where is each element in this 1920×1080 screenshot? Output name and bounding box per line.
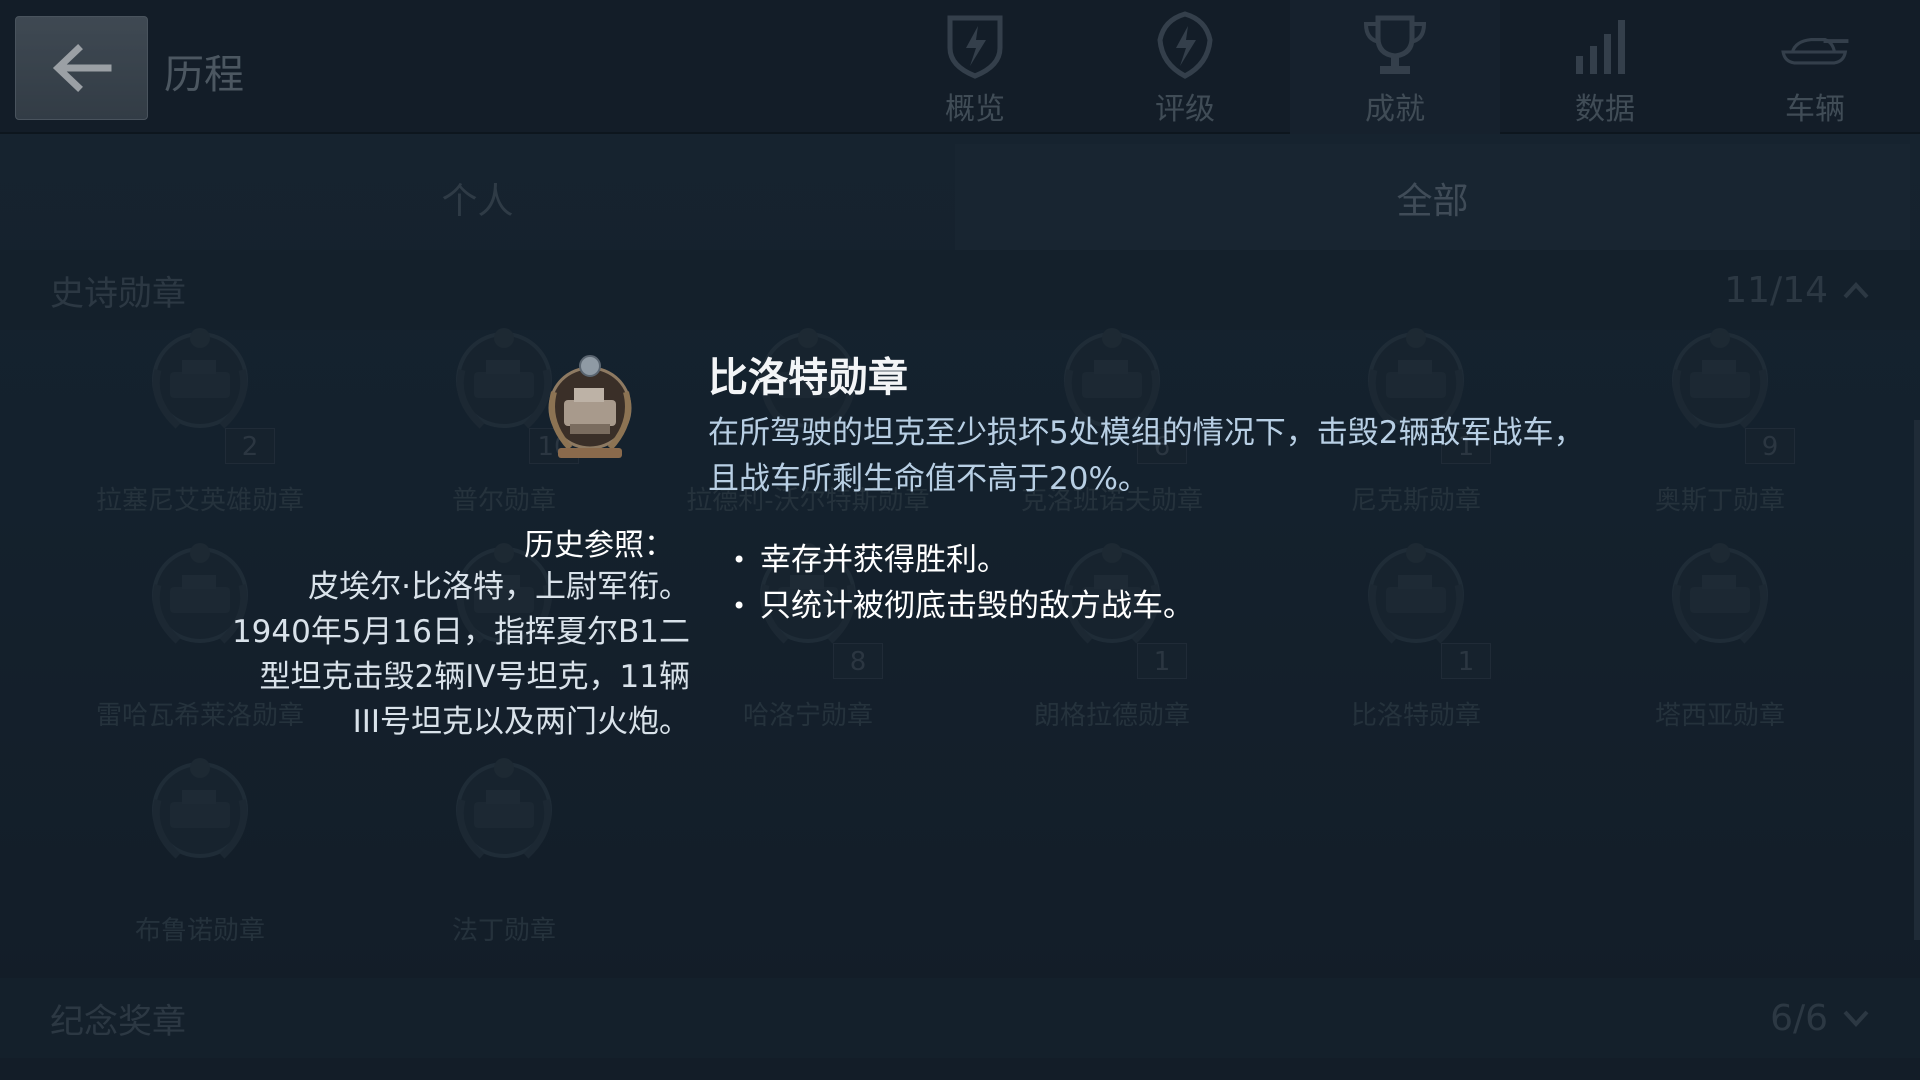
medal-name: 普尔勋章 [451, 486, 556, 516]
description-line: 且战车所剩生命值不高于20%。 [708, 461, 1149, 497]
medal-name: 布鲁诺勋章 [134, 916, 265, 946]
chevron-down-icon [1843, 1010, 1869, 1027]
medal-count: 9 [1745, 428, 1795, 464]
bar-chart-icon [1576, 20, 1625, 74]
description-line: 在所驾驶的坦克至少损坏5处模组的情况下，击毁2辆敌军战车， [708, 415, 1585, 451]
nav-rating[interactable]: 评级 [1080, 0, 1290, 134]
section-header-commemorative[interactable]: 纪念奖章 6/6 [0, 978, 1920, 1058]
medal-count: 1 [1441, 643, 1491, 679]
nav-overview-label: 概览 [945, 92, 1005, 127]
chevron-up-icon [1843, 282, 1869, 299]
medal-name: 塔西亚勋章 [1654, 701, 1785, 731]
top-bar: 历程 概览 评级 成就 数据 车辆 [0, 0, 1920, 134]
achievements-screen: 历程 概览 评级 成就 数据 车辆 个人 全部 史诗勋章 11/14 2 拉塞尼… [0, 0, 1920, 1080]
history-line: 皮埃尔·比洛特，上尉军衔。 [308, 569, 690, 605]
medal-count: 1 [1137, 643, 1187, 679]
condition-item: 幸存并获得胜利。 [730, 537, 1194, 583]
medal-name: 哈洛宁勋章 [742, 701, 873, 731]
medal-item[interactable]: 2 拉塞尼艾英雄勋章 [50, 320, 350, 516]
scrollbar[interactable] [1914, 420, 1920, 940]
medal-name: 比洛特勋章 [1350, 701, 1481, 731]
tooltip-title: 比洛特勋章 [708, 355, 908, 401]
medal-emblem-icon [1672, 543, 1768, 644]
shield-lightning-icon [947, 15, 1003, 79]
history-text: 皮埃尔·比洛特，上尉军衔。 1940年5月16日，指挥夏尔B1二 型坦克击毁2辆… [150, 565, 690, 745]
section-title: 史诗勋章 [50, 273, 186, 314]
history-line: 型坦克击毁2辆IV号坦克，11辆 [259, 659, 690, 695]
page-title: 历程 [164, 52, 244, 98]
medal-emblem-icon [1368, 543, 1464, 644]
condition-list: 幸存并获得胜利。 只统计被彻底击毁的敌方战车。 [730, 537, 1194, 629]
back-button[interactable] [15, 16, 148, 120]
nav-overview[interactable]: 概览 [870, 0, 1080, 134]
medal-item[interactable]: 布鲁诺勋章 [50, 750, 350, 946]
medal-name: 拉塞尼艾英雄勋章 [95, 486, 304, 516]
nav-stats-label: 数据 [1575, 92, 1635, 127]
medal-name: 法丁勋章 [451, 916, 556, 946]
nav-achievements[interactable]: 成就 [1290, 0, 1500, 134]
medal-name: 朗格拉德勋章 [1033, 701, 1190, 731]
nav-achievements-label: 成就 [1365, 92, 1425, 127]
history-line: III号坦克以及两门火炮。 [352, 704, 690, 740]
condition-item: 只统计被彻底击毁的敌方战车。 [730, 583, 1194, 629]
section-header-epic[interactable]: 史诗勋章 11/14 [0, 250, 1920, 330]
main-nav: 概览 评级 成就 数据 车辆 [870, 0, 1920, 134]
medal-item[interactable]: 法丁勋章 [354, 750, 654, 946]
medal-emblem-icon [152, 328, 248, 429]
medal-count: 8 [833, 643, 883, 679]
medal-emblem-icon [152, 758, 248, 859]
nav-vehicles-label: 车辆 [1785, 92, 1845, 127]
section-count: 11/14 [1724, 269, 1828, 311]
tooltip-description: 在所驾驶的坦克至少损坏5处模组的情况下，击毁2辆敌军战车， 且战车所剩生命值不高… [708, 410, 1708, 502]
trophy-icon [1363, 15, 1427, 74]
section-count: 6/6 [1770, 997, 1828, 1039]
history-line: 1940年5月16日，指挥夏尔B1二 [231, 614, 690, 650]
tank-icon [1781, 38, 1849, 65]
medal-emblem-icon [548, 355, 632, 458]
medal-item[interactable]: 1 比洛特勋章 [1266, 535, 1566, 731]
arrow-left-icon [52, 44, 111, 92]
nav-rating-label: 评级 [1155, 92, 1215, 127]
tab-personal[interactable]: 个人 [0, 144, 955, 252]
medal-count: 2 [225, 428, 275, 464]
history-label: 历史参照： [524, 528, 674, 563]
tab-all[interactable]: 全部 [955, 144, 1910, 252]
filter-tabs: 个人 全部 [0, 144, 1920, 252]
nav-vehicles[interactable]: 车辆 [1710, 0, 1920, 134]
medal-emblem-icon [456, 758, 552, 859]
medal-item[interactable]: 塔西亚勋章 [1570, 535, 1870, 731]
nav-stats[interactable]: 数据 [1500, 0, 1710, 134]
section-title: 纪念奖章 [50, 1001, 186, 1042]
rating-badge-icon [1157, 11, 1213, 79]
